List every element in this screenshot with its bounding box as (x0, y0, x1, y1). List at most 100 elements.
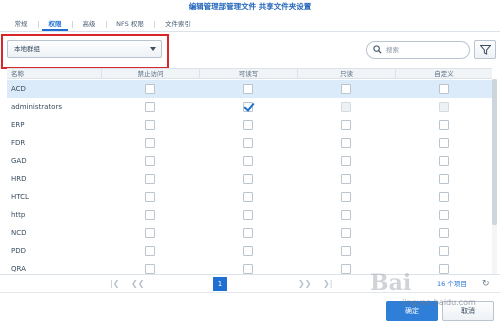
deny-checkbox[interactable] (145, 138, 155, 148)
refresh-icon[interactable]: ↻ (482, 278, 490, 290)
read-only-checkbox[interactable] (341, 264, 351, 274)
custom-checkbox[interactable] (439, 174, 449, 184)
search-placeholder: 搜索 (386, 46, 399, 54)
read-write-checkbox[interactable] (243, 138, 253, 148)
filter-icon (480, 45, 491, 55)
table-row[interactable]: PDD (7, 242, 492, 260)
deny-checkbox[interactable] (145, 210, 155, 220)
custom-checkbox[interactable] (439, 102, 449, 112)
row-name: ERP (11, 121, 25, 129)
read-write-checkbox[interactable] (243, 246, 253, 256)
deny-checkbox[interactable] (145, 246, 155, 256)
read-write-checkbox[interactable] (243, 264, 253, 274)
first-page-icon[interactable]: |❮ (110, 278, 119, 290)
pagination-bar: |❮ ❮❮ 1 ❯❯ ❯| 16 个项目 ↻ (0, 274, 500, 292)
read-only-checkbox[interactable] (341, 138, 351, 148)
read-only-checkbox[interactable] (341, 246, 351, 256)
current-page[interactable]: 1 (213, 277, 227, 291)
tab-nfs-permissions[interactable]: NFS 权限 (110, 17, 150, 31)
table-row[interactable]: HRD (7, 170, 492, 188)
custom-checkbox[interactable] (439, 192, 449, 202)
row-name: HTCL (11, 193, 29, 201)
custom-checkbox[interactable] (439, 120, 449, 130)
tab-advanced[interactable]: 高级 (76, 17, 102, 31)
search-icon (373, 45, 382, 54)
tab-general[interactable]: 常规 (8, 17, 34, 31)
deny-checkbox[interactable] (145, 102, 155, 112)
row-name: http (11, 211, 26, 219)
tab-divider (38, 21, 39, 28)
table-row[interactable]: ACD (7, 80, 492, 98)
table-header: 名称 禁止访问 可读写 只读 自定义 (7, 69, 492, 79)
filter-button[interactable] (474, 40, 496, 59)
custom-checkbox[interactable] (439, 138, 449, 148)
read-write-checkbox[interactable] (243, 102, 253, 112)
row-name: GAD (11, 157, 27, 165)
column-header-name[interactable]: 名称 (11, 69, 24, 79)
read-only-checkbox[interactable] (341, 228, 351, 238)
table-row[interactable]: HTCL (7, 188, 492, 206)
deny-checkbox[interactable] (145, 120, 155, 130)
read-only-checkbox[interactable] (341, 192, 351, 202)
next-page-icon[interactable]: ❯❯ (298, 278, 311, 290)
custom-checkbox[interactable] (439, 246, 449, 256)
table-row[interactable]: QRA (7, 260, 492, 274)
deny-checkbox[interactable] (145, 156, 155, 166)
tab-file-index[interactable]: 文件索引 (158, 17, 198, 31)
table-scrollbar[interactable] (492, 79, 497, 274)
deny-checkbox[interactable] (145, 174, 155, 184)
read-write-checkbox[interactable] (243, 228, 253, 238)
read-write-checkbox[interactable] (243, 120, 253, 130)
read-only-checkbox[interactable] (341, 102, 351, 112)
column-header-read-write[interactable]: 可读写 (200, 69, 297, 79)
deny-checkbox[interactable] (145, 84, 155, 94)
table-row[interactable]: FDR (7, 134, 492, 152)
row-name: QRA (11, 265, 26, 273)
tab-divider (72, 21, 73, 28)
prev-page-icon[interactable]: ❮❮ (131, 278, 144, 290)
read-write-checkbox[interactable] (243, 156, 253, 166)
read-only-checkbox[interactable] (341, 210, 351, 220)
table-row[interactable]: http (7, 206, 492, 224)
row-name: PDD (11, 247, 27, 255)
tab-divider (154, 21, 155, 28)
read-only-checkbox[interactable] (341, 84, 351, 94)
read-write-checkbox[interactable] (243, 210, 253, 220)
table-row[interactable]: NCD (7, 224, 492, 242)
custom-checkbox[interactable] (439, 84, 449, 94)
deny-checkbox[interactable] (145, 228, 155, 238)
read-only-checkbox[interactable] (341, 120, 351, 130)
column-header-read-only[interactable]: 只读 (298, 69, 395, 79)
read-write-checkbox[interactable] (243, 174, 253, 184)
custom-checkbox[interactable] (439, 156, 449, 166)
table-row[interactable]: administrators (7, 98, 492, 116)
watermark-logo: Bai (370, 270, 412, 296)
read-write-checkbox[interactable] (243, 192, 253, 202)
column-header-custom[interactable]: 自定义 (396, 69, 492, 79)
row-name: FDR (11, 139, 26, 147)
custom-checkbox[interactable] (439, 210, 449, 220)
deny-checkbox[interactable] (145, 264, 155, 274)
custom-checkbox[interactable] (439, 228, 449, 238)
last-page-icon[interactable]: ❯| (323, 278, 332, 290)
scrollbar-thumb[interactable] (492, 79, 497, 225)
search-input[interactable]: 搜索 (366, 41, 470, 59)
read-write-checkbox[interactable] (243, 84, 253, 94)
read-only-checkbox[interactable] (341, 174, 351, 184)
tab-permissions[interactable]: 权限 (42, 17, 68, 31)
read-only-checkbox[interactable] (341, 156, 351, 166)
row-name: ACD (11, 85, 26, 93)
tab-bar: 常规 权限 高级 NFS 权限 文件索引 (0, 14, 500, 32)
item-count: 16 个项目 (437, 280, 467, 288)
table-row[interactable]: GAD (7, 152, 492, 170)
annotation-highlight-box (1, 34, 169, 69)
deny-checkbox[interactable] (145, 192, 155, 202)
row-name: HRD (11, 175, 27, 183)
row-name: administrators (11, 103, 62, 111)
permissions-table: 名称 禁止访问 可读写 只读 自定义 ACD administrators ERP F… (7, 68, 492, 274)
custom-checkbox[interactable] (439, 264, 449, 274)
table-row[interactable]: ERP (7, 116, 492, 134)
row-name: NCD (11, 229, 27, 237)
tab-divider (106, 21, 107, 28)
column-header-deny[interactable]: 禁止访问 (102, 69, 199, 79)
